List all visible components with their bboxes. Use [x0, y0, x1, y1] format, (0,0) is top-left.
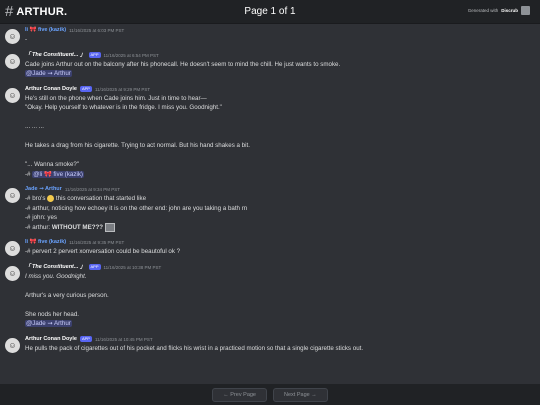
- message-line: -# john: yes: [25, 214, 57, 221]
- prev-page-button[interactable]: ← Prev Page: [212, 387, 267, 402]
- message: ☺ 「 The Constituent... 」 APP 11/16/2025 …: [0, 263, 540, 329]
- message-author[interactable]: Jade ⇝ Arthur: [25, 185, 62, 194]
- avatar[interactable]: ☺: [5, 53, 20, 69]
- message-line: "Okay. Help yourself to whatever is in t…: [25, 104, 222, 111]
- image-icon[interactable]: [104, 222, 115, 232]
- generator-name: Discrub: [501, 8, 518, 13]
- message-line: -: [25, 36, 28, 43]
- avatar[interactable]: ☺: [5, 337, 20, 353]
- avatar[interactable]: ☺: [5, 265, 20, 281]
- user-mention[interactable]: @li 🎀 five (kazik): [32, 170, 84, 178]
- message-author[interactable]: li 🎀 five (kazik): [25, 238, 66, 247]
- message-line: He takes a drag from his cigarette. Tryi…: [25, 142, 250, 149]
- message-line: Arthur's a very curious person.: [25, 291, 109, 299]
- channel-hash-icon: #: [5, 3, 14, 20]
- user-mention[interactable]: @Jade ⇝ Arthur: [25, 70, 72, 77]
- message-timestamp: 11/16/2025 at 9:34 PM PST: [64, 187, 121, 192]
- message-line: ... ... ...: [25, 123, 44, 130]
- message-text: -# bro's: [25, 195, 46, 202]
- message-author[interactable]: li 🎀 five (kazik): [25, 26, 66, 35]
- app-badge: APP: [88, 264, 101, 271]
- message-text: this conversation that started like: [54, 195, 147, 202]
- message: ☺ li 🎀 five (kazik) 11/16/2025 at 9:35 P…: [0, 238, 540, 257]
- pagination-bar: ← Prev Page Next Page →: [0, 384, 540, 405]
- user-mention[interactable]: @Jade ⇝ Arthur: [25, 320, 72, 328]
- bold-text: WITHOUT ME???: [51, 223, 104, 231]
- generated-prefix: Generated with: [467, 8, 499, 13]
- app-badge: APP: [88, 52, 101, 58]
- message-timestamp: 11/16/2025 at 10:38 PM PST: [103, 264, 162, 270]
- message-author[interactable]: Arthur Conan Doyle: [25, 335, 77, 344]
- message: ☺ Arthur Conan Doyle APP 11/16/2025 at 1…: [0, 335, 540, 354]
- avatar[interactable]: ☺: [5, 188, 20, 203]
- next-page-button[interactable]: Next Page →: [273, 387, 328, 402]
- message: ☺ li 🎀 five (kazik) 11/16/2025 at 6:03 P…: [0, 26, 540, 45]
- message-author[interactable]: 「 The Constituent... 」: [25, 51, 86, 60]
- generated-by: Generated with Discrub: [468, 6, 530, 15]
- avatar[interactable]: ☺: [5, 87, 20, 103]
- message-author[interactable]: Arthur Conan Doyle: [25, 85, 77, 94]
- avatar[interactable]: ☺: [5, 241, 20, 257]
- message-line: He's still on the phone when Cade joins …: [25, 94, 207, 102]
- channel-name: ARTHUR.: [16, 5, 68, 18]
- app-badge: APP: [79, 86, 92, 92]
- avatar[interactable]: ☺: [5, 29, 20, 44]
- message-timestamp: 11/16/2025 at 9:29 PM PST: [94, 86, 151, 92]
- app-badge: APP: [79, 336, 92, 343]
- message-list: ☺ li 🎀 five (kazik) 11/16/2025 at 6:03 P…: [0, 26, 540, 384]
- message-timestamp: 11/16/2025 at 6:54 PM PST: [103, 52, 159, 58]
- page-indicator: Page 1 of 1: [244, 6, 296, 17]
- message-timestamp: 11/16/2025 at 6:03 PM PST: [69, 28, 125, 33]
- message-author[interactable]: 「 The Constituent... 」: [25, 263, 86, 272]
- message-timestamp: 11/16/2025 at 10:45 PM PST: [94, 336, 153, 342]
- message-line: -# pervert 2 pervert xonversation could …: [25, 248, 181, 256]
- message-text: -# arthur:: [25, 223, 52, 231]
- message-line: He pulls the pack of cigarettes out of h…: [25, 344, 364, 352]
- message-line: Cade joins Arthur out on the balcony aft…: [25, 60, 341, 68]
- message-line: "... Wanna smoke?": [25, 161, 80, 168]
- message: ☺ Jade ⇝ Arthur 11/16/2025 at 9:34 PM PS…: [0, 185, 540, 232]
- generator-logo-icon: [521, 6, 530, 15]
- channel-header: # ARTHUR. Page 1 of 1 Generated with Dis…: [0, 0, 540, 24]
- message: ☺ 「 The Constituent... 」 APP 11/16/2025 …: [0, 51, 540, 79]
- message: ☺ Arthur Conan Doyle APP 11/16/2025 at 9…: [0, 85, 540, 180]
- message-timestamp: 11/16/2025 at 9:35 PM PST: [69, 240, 125, 246]
- message-line: I miss you. Goodnight.: [25, 272, 87, 280]
- message-line: -# arthur, noticing how echoey it is on …: [25, 204, 248, 212]
- message-line: She nods her head.: [25, 310, 80, 318]
